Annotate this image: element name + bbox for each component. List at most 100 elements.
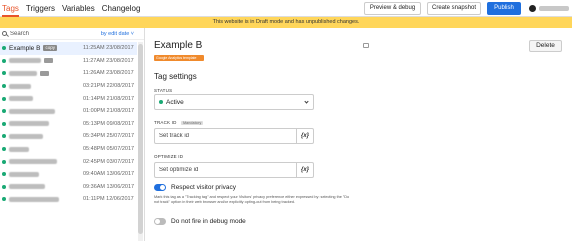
status-value: Active [166,98,184,106]
tag-name-redacted [9,133,43,139]
list-item[interactable]: 03:21PM 22/08/2017 [0,80,137,93]
tag-name-redacted [9,159,57,165]
toggle-knob [155,219,160,224]
main-tabs: Tags Triggers Variables Changelog [2,0,147,17]
tag-badge-redacted [40,70,49,76]
section-title: Tag settings [154,72,197,81]
list-item[interactable]: 09:40AM 13/06/2017 [0,168,137,181]
respect-privacy-help: Mark this tag as a "Tracking tag" and re… [154,195,350,204]
tag-timestamp: 03:21PM 22/08/2017 [83,83,135,90]
tag-badge-redacted [44,58,53,64]
active-status-icon [2,147,6,152]
tag-name-redacted [9,146,29,152]
scrollbar-thumb[interactable] [138,44,143,234]
toggle-knob [160,185,165,190]
tag-timestamp: 09:40AM 13/06/2017 [83,171,135,178]
template-badge: Google Analytics template [154,55,204,61]
respect-privacy-label: Respect visitor privacy [171,184,237,191]
search-input[interactable] [10,30,90,37]
user-menu[interactable] [527,2,572,15]
tag-name-redacted [9,196,59,202]
tag-timestamp: 02:45PM 03/07/2017 [83,158,135,165]
insert-variable-button[interactable]: {x} [296,163,313,177]
list-item[interactable]: 05:48PM 05/07/2017 [0,143,137,156]
status-label: STATUS [154,88,173,93]
top-bar: Tags Triggers Variables Changelog Previe… [0,0,572,17]
create-snapshot-button[interactable]: Create snapshot [427,2,481,15]
tag-name-redacted [9,83,31,89]
sort-by-edit-date[interactable]: by edit date ˅ [101,31,134,37]
track-id-label-text: TRACK ID [154,120,177,125]
info-icon[interactable] [363,43,369,48]
tag-timestamp: 05:48PM 05/07/2017 [83,146,135,153]
track-id-input[interactable] [155,129,296,143]
active-status-icon [2,71,6,76]
list-item[interactable]: 09:36AM 13/06/2017 [0,181,137,194]
optimize-id-label: OPTIMIZE ID [154,154,184,159]
tab-tags[interactable]: Tags [2,0,19,17]
active-status-icon [2,121,6,126]
list-item[interactable]: 11:27AM 23/08/2017 [0,55,137,68]
optimize-id-input[interactable] [155,163,296,177]
tag-timestamp: 01:11PM 12/06/2017 [83,196,134,203]
tab-triggers[interactable]: Triggers [26,0,55,17]
tag-name-redacted [9,70,37,76]
preview-debug-button[interactable]: Preview & debug [364,2,421,15]
tag-name-redacted [9,96,33,102]
active-status-icon [2,84,6,89]
mandatory-badge: Mandatory [181,121,204,125]
active-status-icon [2,46,6,51]
publish-button[interactable]: Publish [487,2,521,15]
tag-name-redacted [9,58,41,64]
sidebar-scrollbar[interactable] [138,42,143,241]
tag-name-redacted [9,121,49,127]
respect-privacy-row: Respect visitor privacy [154,184,236,191]
active-status-icon [2,197,6,202]
delete-button[interactable]: Delete [529,40,562,52]
list-item[interactable]: 01:14PM 21/08/2017 [0,92,137,105]
list-item[interactable]: 05:13PM 09/08/2017 [0,118,137,131]
list-item[interactable]: Example B copy 11:25AM 23/08/2017 [0,42,137,55]
page-title: Example B [154,40,203,51]
active-status-icon [2,184,6,189]
list-item[interactable]: 05:34PM 25/07/2017 [0,130,137,143]
active-status-icon [2,159,6,164]
tab-variables[interactable]: Variables [62,0,95,17]
user-name-redacted [539,6,569,11]
active-status-icon [2,58,6,63]
list-item[interactable]: 01:00PM 21/08/2017 [0,105,137,118]
active-status-icon [2,134,6,139]
tag-name-redacted [9,108,55,114]
tag-sidebar: by edit date ˅ Example B copy 11:25AM 23… [0,28,145,241]
respect-privacy-toggle[interactable] [154,184,166,191]
draft-banner: This website is in Draft mode and has un… [0,17,572,28]
track-id-field: {x} [154,128,314,144]
chevron-down-icon [304,99,309,104]
tag-name: Example B [9,44,41,52]
insert-variable-button[interactable]: {x} [296,129,313,143]
status-select[interactable]: Active [154,94,314,110]
search-icon [2,31,7,36]
debug-mode-toggle[interactable] [154,218,166,225]
tag-list: Example B copy 11:25AM 23/08/2017 11:27A… [0,42,137,206]
active-status-icon [2,109,6,114]
tag-timestamp: 11:25AM 23/08/2017 [83,45,134,52]
active-status-icon [2,96,6,101]
list-item[interactable]: 01:11PM 12/06/2017 [0,193,137,206]
tag-name-redacted [9,184,45,190]
active-status-icon [159,100,163,104]
tag-editor: Example B Google Analytics template Dele… [146,28,572,241]
tag-timestamp: 05:13PM 09/08/2017 [83,120,135,127]
tag-timestamp: 11:27AM 23/08/2017 [83,57,134,64]
debug-mode-label: Do not fire in debug mode [171,218,246,225]
optimize-id-field: {x} [154,162,314,178]
tag-name-redacted [9,171,39,177]
debug-mode-row: Do not fire in debug mode [154,218,246,225]
tag-timestamp: 01:14PM 21/08/2017 [83,95,135,102]
tab-changelog[interactable]: Changelog [102,0,141,17]
list-item[interactable]: 02:45PM 03/07/2017 [0,155,137,168]
copy-badge: copy [43,45,57,52]
list-item[interactable]: 11:26AM 23/08/2017 [0,67,137,80]
tag-timestamp: 09:36AM 13/06/2017 [83,183,135,190]
tag-timestamp: 01:00PM 21/08/2017 [83,108,135,115]
